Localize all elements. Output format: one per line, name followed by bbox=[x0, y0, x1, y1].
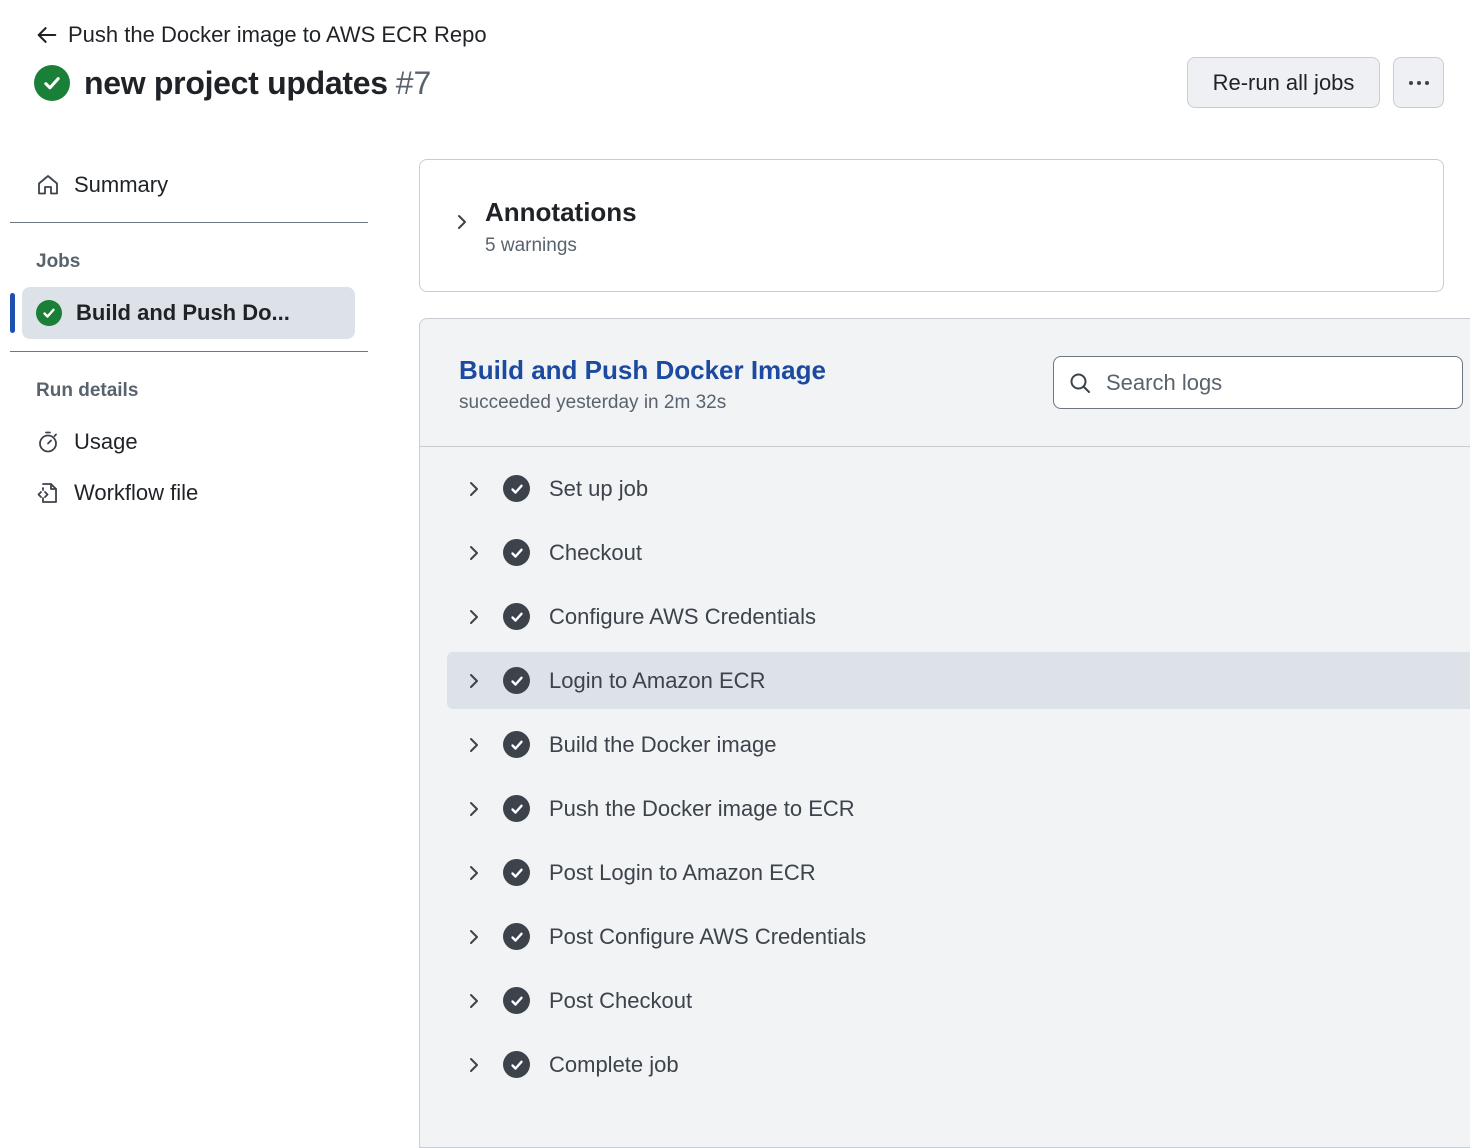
run-details-heading: Run details bbox=[36, 380, 139, 401]
job-log-panel: Build and Push Docker Image succeeded ye… bbox=[419, 318, 1470, 1148]
step-label: Checkout bbox=[549, 539, 642, 565]
job-header: Build and Push Docker Image succeeded ye… bbox=[420, 319, 1470, 447]
success-check-icon bbox=[503, 987, 530, 1014]
chevron-right-icon bbox=[470, 673, 478, 688]
search-logs-field[interactable] bbox=[1053, 356, 1463, 409]
job-status: succeeded yesterday in 2m 32s bbox=[459, 392, 727, 413]
chevron-right-icon bbox=[470, 1057, 478, 1072]
success-check-icon bbox=[503, 1051, 530, 1078]
sidebar-item-label: Usage bbox=[74, 429, 138, 454]
step-row[interactable]: Checkout bbox=[447, 524, 1470, 581]
chevron-right-icon bbox=[470, 609, 478, 624]
sidebar-item-usage[interactable]: Usage bbox=[22, 416, 355, 468]
steps-list: Set up job Checkout Configure AWS Credenti… bbox=[447, 460, 1470, 1100]
step-row[interactable]: Push the Docker image to ECR bbox=[447, 780, 1470, 837]
stopwatch-icon bbox=[39, 431, 57, 453]
chevron-right-icon bbox=[470, 865, 478, 880]
step-row[interactable]: Configure AWS Credentials bbox=[447, 588, 1470, 645]
chevron-right-icon bbox=[458, 215, 466, 229]
sidebar-divider bbox=[10, 351, 368, 352]
chevron-right-icon bbox=[470, 545, 478, 560]
sidebar-item-summary[interactable]: Summary bbox=[22, 159, 355, 211]
run-number: #7 bbox=[395, 64, 432, 101]
step-row[interactable]: Login to Amazon ECR bbox=[447, 652, 1470, 709]
success-check-icon bbox=[503, 859, 530, 886]
step-row[interactable]: Set up job bbox=[447, 460, 1470, 517]
success-check-icon bbox=[503, 475, 530, 502]
annotations-count: 5 warnings bbox=[485, 235, 577, 256]
sidebar-divider bbox=[10, 222, 368, 223]
file-code-icon bbox=[37, 483, 57, 503]
success-check-icon bbox=[36, 300, 62, 326]
rerun-all-jobs-button[interactable]: Re-run all jobs bbox=[1187, 57, 1380, 108]
step-label: Configure AWS Credentials bbox=[549, 603, 816, 629]
search-logs-input[interactable] bbox=[1104, 368, 1424, 397]
selected-indicator bbox=[10, 293, 15, 333]
step-row[interactable]: Post Configure AWS Credentials bbox=[447, 908, 1470, 965]
step-label: Push the Docker image to ECR bbox=[549, 795, 855, 821]
step-label: Complete job bbox=[549, 1051, 679, 1077]
sidebar-item-workflow-file[interactable]: Workflow file bbox=[22, 467, 355, 519]
chevron-right-icon bbox=[470, 481, 478, 496]
chevron-right-icon bbox=[470, 801, 478, 816]
success-check-icon bbox=[503, 667, 530, 694]
step-label: Login to Amazon ECR bbox=[549, 667, 766, 693]
sidebar-item-label: Build and Push Do... bbox=[76, 300, 290, 325]
jobs-heading: Jobs bbox=[36, 251, 81, 272]
sidebar-item-job[interactable]: Build and Push Do... bbox=[22, 287, 355, 339]
step-row[interactable]: Post Login to Amazon ECR bbox=[447, 844, 1470, 901]
chevron-right-icon bbox=[470, 993, 478, 1008]
success-check-icon bbox=[503, 539, 530, 566]
success-check-icon bbox=[503, 603, 530, 630]
search-icon bbox=[1070, 373, 1090, 393]
kebab-horizontal-icon bbox=[1408, 80, 1429, 85]
success-check-icon bbox=[503, 923, 530, 950]
success-check-icon bbox=[503, 731, 530, 758]
sidebar-item-label: Workflow file bbox=[74, 480, 199, 505]
step-label: Set up job bbox=[549, 475, 649, 501]
step-label: Post Checkout bbox=[549, 987, 693, 1013]
job-title[interactable]: Build and Push Docker Image bbox=[459, 355, 826, 386]
step-label: Build the Docker image bbox=[549, 731, 777, 757]
sidebar-item-label: Summary bbox=[74, 172, 169, 197]
more-options-button[interactable] bbox=[1393, 57, 1444, 108]
step-label: Post Login to Amazon ECR bbox=[549, 859, 816, 885]
step-label: Post Configure AWS Credentials bbox=[549, 923, 867, 949]
chevron-right-icon bbox=[470, 737, 478, 752]
home-icon bbox=[38, 175, 58, 195]
step-row[interactable]: Build the Docker image bbox=[447, 716, 1470, 773]
sidebar: Summary Jobs Build and Push Do... Run de… bbox=[0, 0, 380, 1136]
success-check-icon bbox=[503, 795, 530, 822]
step-row[interactable]: Post Checkout bbox=[447, 972, 1470, 1029]
chevron-right-icon bbox=[470, 929, 478, 944]
step-row[interactable]: Complete job bbox=[447, 1036, 1470, 1093]
annotations-panel[interactable]: Annotations 5 warnings bbox=[419, 159, 1444, 292]
annotations-title: Annotations bbox=[485, 197, 637, 227]
